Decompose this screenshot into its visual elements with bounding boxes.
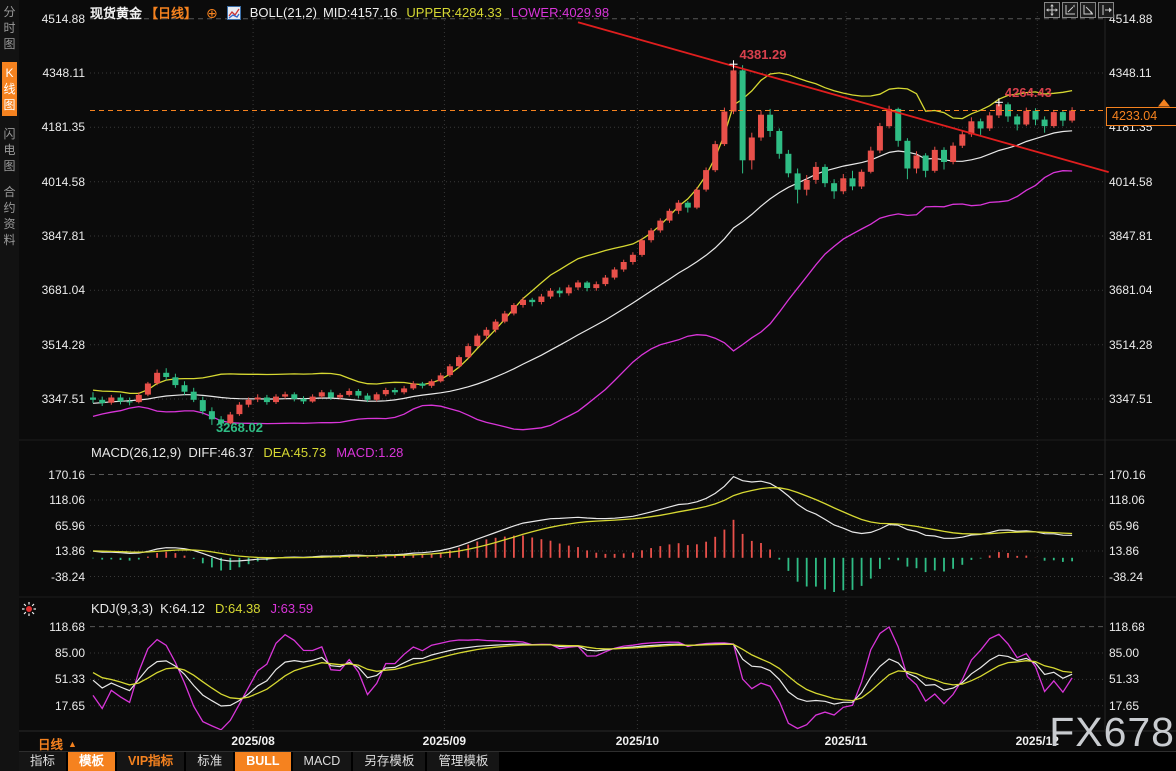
period-badge: 【日线】 [145, 3, 197, 22]
tab-standard[interactable]: 标准 [186, 752, 233, 771]
kdj-header: KDJ(9,3,3) K:64.12 D:64.38 J:63.59 [91, 601, 313, 616]
sidebar-item-time-chart[interactable]: 分时图 [2, 4, 17, 52]
chevron-up-icon: ▲ [68, 739, 77, 749]
last-price-box: 4233.04 [1106, 107, 1176, 126]
pan-right-icon[interactable] [1098, 2, 1114, 18]
scale-y-axis-icon[interactable] [1080, 2, 1096, 18]
bottom-tabbar: 指标 模板 VIP指标 标准 BULL MACD 另存模板 管理模板 [19, 751, 1176, 771]
sidebar-item-contract-info[interactable]: 合约资料 [2, 184, 17, 248]
macd-header: MACD(26,12,9) DIFF:46.37 DEA:45.73 MACD:… [91, 445, 403, 460]
chart-header: 现货黄金 【日线】 ⊕ BOLL(21,2) MID:4157.16 UPPER… [90, 3, 609, 22]
tab-templates[interactable]: 模板 [68, 752, 115, 771]
macd-name: MACD(26,12,9) [91, 445, 181, 460]
kdj-k-value: K:64.12 [160, 601, 205, 616]
move-icon[interactable] [1044, 2, 1060, 18]
macd-dea-value: DEA:45.73 [263, 445, 326, 460]
tab-manage-templates[interactable]: 管理模板 [427, 752, 499, 771]
watermark: FX678 [1049, 709, 1175, 756]
circled-plus-icon[interactable]: ⊕ [206, 7, 218, 19]
scale-x-axis-icon[interactable] [1062, 2, 1078, 18]
sidebar-item-lightning-chart[interactable]: 闪电图 [2, 126, 17, 174]
tab-indicators[interactable]: 指标 [19, 752, 66, 771]
kdj-d-value: D:64.38 [215, 601, 261, 616]
boll-label: BOLL(21,2) [250, 5, 317, 20]
boll-mid-value: MID:4157.16 [323, 5, 397, 20]
kdj-j-value: J:63.59 [271, 601, 314, 616]
alert-dot-icon[interactable] [21, 601, 37, 622]
chart-canvas[interactable] [0, 0, 1176, 771]
sidebar: 分时图 K线图 闪电图 合约资料 [0, 0, 19, 771]
tab-bull[interactable]: BULL [235, 752, 290, 771]
line-chart-icon[interactable] [227, 6, 241, 20]
trading-app: 4514.884514.884348.114348.114181.354181.… [0, 0, 1176, 771]
tab-vip-indicators[interactable]: VIP指标 [117, 752, 184, 771]
chart-toolbar [1044, 2, 1114, 18]
sidebar-item-kline-chart[interactable]: K线图 [2, 62, 17, 116]
tab-save-template[interactable]: 另存模板 [353, 752, 425, 771]
boll-upper-value: UPPER:4284.33 [406, 5, 501, 20]
symbol-name: 现货黄金 [90, 3, 142, 22]
macd-diff-value: DIFF:46.37 [188, 445, 253, 460]
kdj-name: KDJ(9,3,3) [91, 601, 153, 616]
tab-macd[interactable]: MACD [293, 752, 352, 771]
macd-value: MACD:1.28 [336, 445, 403, 460]
boll-lower-value: LOWER:4029.98 [511, 5, 609, 20]
